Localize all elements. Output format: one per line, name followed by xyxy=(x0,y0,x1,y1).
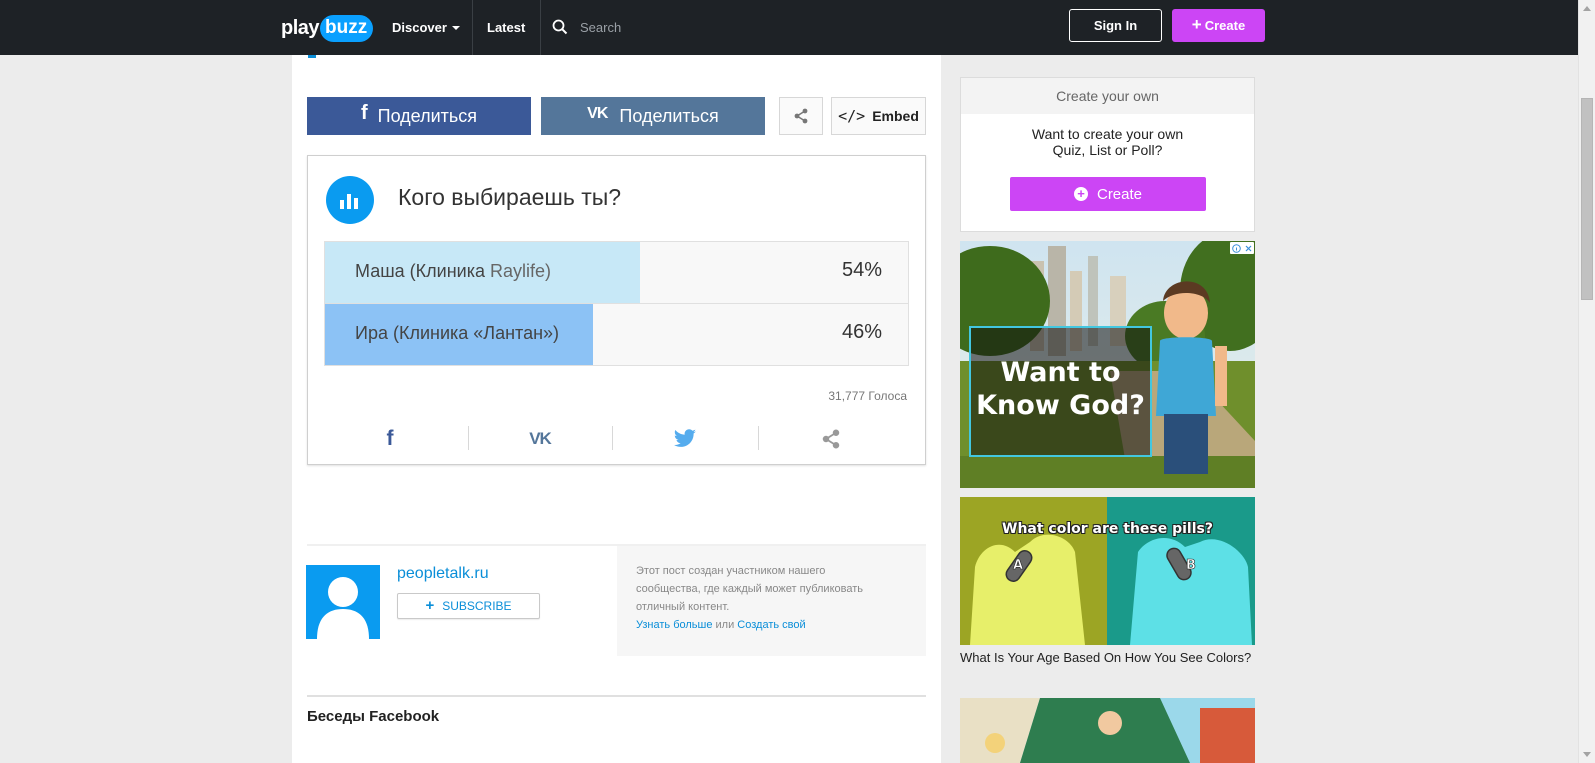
info-text: отличный контент. xyxy=(636,601,730,613)
code-icon: </> xyxy=(838,107,866,125)
author-info-box: Этот пост создан участником нашего сообщ… xyxy=(617,546,926,656)
poll-option-label: Маша (Клиника Raylife) xyxy=(355,261,551,281)
plus-icon: + xyxy=(425,596,435,614)
create-your-own-box: Create your own Want to create your own … xyxy=(960,77,1255,232)
vote-count: 31,777 Голоса xyxy=(828,389,907,403)
poll-title: Кого выбираешь ты? xyxy=(398,184,622,210)
divider xyxy=(307,695,926,697)
ad-pills-quiz[interactable]: A B What color are these pills? xyxy=(960,497,1255,645)
create-button-label: Create xyxy=(1204,18,1246,33)
twitter-icon xyxy=(673,429,696,447)
poll-option-percent: 54% xyxy=(841,259,882,281)
poll-share-bar: f VK xyxy=(308,424,925,454)
info-text: Этот пост создан участником нашего xyxy=(636,565,826,577)
info-links: Узнать больше или Создать свой xyxy=(636,616,906,634)
poll-share-facebook[interactable]: f xyxy=(317,424,463,454)
avatar[interactable] xyxy=(306,565,380,639)
chevron-down-icon xyxy=(451,25,460,30)
create-box-header: Create your own xyxy=(961,78,1254,114)
share-icon xyxy=(794,108,808,124)
pill-label-b: B xyxy=(1186,558,1196,573)
vk-icon: VK xyxy=(587,104,608,122)
ad-caption-link[interactable]: What Is Your Age Based On How You See Co… xyxy=(960,650,1255,666)
sign-in-button[interactable]: Sign In xyxy=(1069,9,1162,42)
nav-discover-label: Discover xyxy=(392,20,447,35)
top-navbar: playbuzz Discover Latest Sign In + Creat… xyxy=(0,0,1578,55)
create-own-link[interactable]: Создать свой xyxy=(737,619,805,631)
author-name-link[interactable]: peopletalk.ru xyxy=(397,565,489,583)
vk-icon: VK xyxy=(529,429,552,448)
or-text: или xyxy=(712,619,738,631)
facebook-comments-title: Беседы Facebook xyxy=(307,708,440,725)
ad-headline: What color are these pills? xyxy=(1002,521,1213,537)
ad-banner-cartoon[interactable] xyxy=(960,698,1255,763)
logo-play: play xyxy=(281,16,320,39)
sidebar-create-button[interactable]: + Create xyxy=(1010,177,1206,211)
ad-choices-icon[interactable] xyxy=(1230,242,1254,254)
facebook-icon: f xyxy=(386,427,394,450)
create-box-text: Want to create your own Quiz, List or Po… xyxy=(1031,126,1184,158)
playbuzz-logo[interactable]: play buzz xyxy=(281,12,374,44)
facebook-share-label: Поделиться xyxy=(377,105,478,126)
poll-card: Кого выбираешь ты? Маша (Клиника Raylife… xyxy=(307,155,926,465)
poll-option-percent: 46% xyxy=(841,321,882,343)
poll-option[interactable]: Ира (Клиника «Лантан») 46% xyxy=(324,303,909,366)
poll-option[interactable]: Маша (Клиника Raylife) 54% xyxy=(324,241,909,304)
create-button[interactable]: + Create xyxy=(1172,9,1265,42)
poll-share-vk[interactable]: VK xyxy=(467,424,613,454)
scroll-down-arrow[interactable] xyxy=(1583,752,1591,757)
nav-discover[interactable]: Discover xyxy=(392,0,460,55)
ad-headline: Want to Know God? xyxy=(969,326,1152,457)
share-icon xyxy=(822,429,840,449)
scroll-thumb[interactable] xyxy=(1581,98,1593,300)
embed-button[interactable]: </> Embed xyxy=(831,97,926,135)
share-button[interactable] xyxy=(779,97,823,135)
scroll-up-arrow[interactable] xyxy=(1583,6,1591,11)
decorative-marker xyxy=(308,55,316,58)
vk-share-label: Поделиться xyxy=(619,105,719,126)
embed-label: Embed xyxy=(872,108,919,124)
user-icon xyxy=(317,577,369,639)
poll-share-twitter[interactable] xyxy=(612,424,758,454)
info-text: сообщества, где каждый может публиковать xyxy=(636,583,863,595)
search-input[interactable] xyxy=(580,15,880,39)
nav-latest[interactable]: Latest xyxy=(487,0,525,55)
learn-more-link[interactable]: Узнать больше xyxy=(636,619,712,631)
poll-chart-icon xyxy=(326,176,374,224)
plus-icon: + xyxy=(1191,14,1202,34)
ad-illustration xyxy=(960,698,1255,763)
subscribe-label: SUBSCRIBE xyxy=(442,599,512,613)
poll-share-more[interactable] xyxy=(758,424,904,454)
ad-banner-know-god[interactable]: Want to Know God? xyxy=(960,241,1255,488)
vk-share-button[interactable]: VK Поделиться xyxy=(541,97,765,135)
nav-divider xyxy=(472,0,473,55)
poll-option-label: Ира (Клиника «Лантан») xyxy=(355,323,560,343)
pill-label-a: A xyxy=(1013,558,1023,573)
sidebar-create-label: Create xyxy=(1096,185,1143,203)
facebook-share-button[interactable]: f Поделиться xyxy=(307,97,531,135)
facebook-icon: f xyxy=(360,101,368,124)
plus-circle-icon: + xyxy=(1073,187,1088,201)
page-scrollbar[interactable] xyxy=(1578,0,1595,763)
logo-buzz: buzz xyxy=(320,14,374,42)
nav-divider xyxy=(540,0,541,55)
ad-illustration: A B xyxy=(960,497,1255,645)
subscribe-button[interactable]: + SUBSCRIBE xyxy=(397,593,540,619)
search-icon[interactable] xyxy=(552,19,568,35)
